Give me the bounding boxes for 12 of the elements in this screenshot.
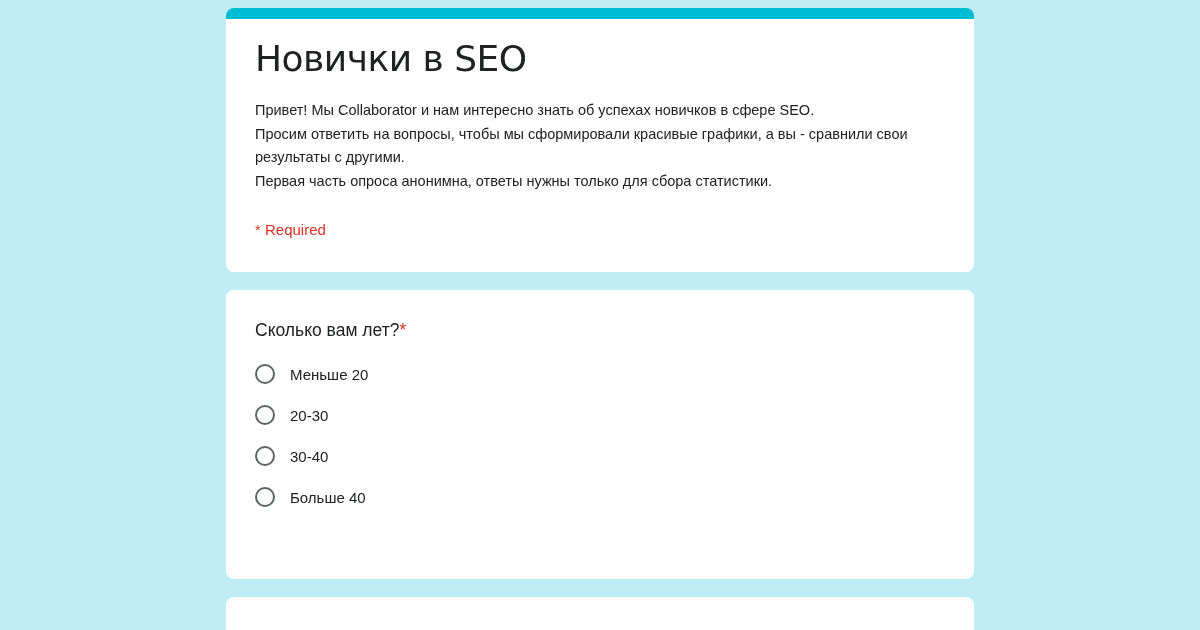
radio-button[interactable]	[255, 487, 275, 507]
question-title: Сколько вам лет?*	[255, 319, 408, 342]
radio-option[interactable]: Меньше 20	[255, 364, 369, 384]
radio-button[interactable]	[255, 405, 275, 425]
radio-option[interactable]: Больше 40	[255, 487, 366, 507]
radio-button[interactable]	[255, 446, 275, 466]
required-note: * Required	[255, 221, 327, 238]
radio-option[interactable]: 30-40	[255, 446, 329, 466]
form-description: Привет! Мы Collaborator и нам интересно знать об успехах новичков в сфере SEO. Просим ответить на вопросы, чтобы мы сформировали красивые графики, а вы - сравнили свои результаты с другими. Первая часть опроса анонимна, ответы нужны только для сбора статистики.	[255, 101, 909, 191]
radio-button[interactable]	[255, 364, 275, 384]
form-title: Новички в SEO	[255, 37, 528, 81]
radio-option[interactable]: 20-30	[255, 405, 329, 425]
